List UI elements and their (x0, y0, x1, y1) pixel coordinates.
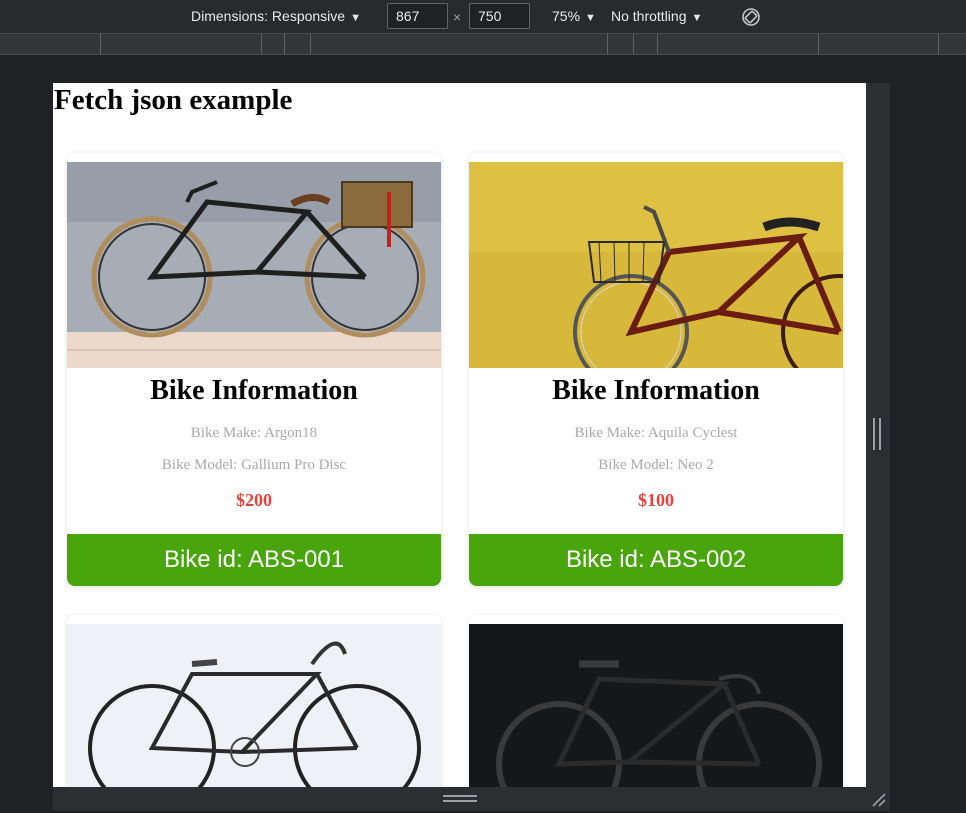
bike-model: Bike Model: Neo 2 (598, 457, 714, 473)
chevron-down-icon: ▼ (350, 12, 361, 24)
bike-card: Bike Information Bike Make: Aquila Cycle… (469, 153, 843, 586)
devtools-device-toolbar: Dimensions: Responsive ▼ 867 × 750 75% ▼ N… (0, 0, 966, 33)
throttling-label: No throttling (611, 8, 687, 24)
rotate-icon[interactable] (740, 6, 762, 28)
ruler-segment[interactable] (633, 34, 634, 54)
throttling-dropdown[interactable]: No throttling ▼ (611, 0, 702, 33)
resize-corner-icon[interactable] (869, 790, 887, 808)
card-title: Bike Information (552, 375, 760, 406)
resize-handle-bottom[interactable] (443, 795, 477, 802)
page-title: Fetch json example (54, 84, 293, 116)
times-icon: × (453, 9, 462, 25)
ruler-segment[interactable] (938, 34, 939, 54)
chevron-down-icon: ▼ (585, 12, 596, 24)
bike-id-footer: Bike id: ABS-001 (67, 534, 441, 586)
bike-photo (469, 624, 843, 787)
bike-card (469, 615, 843, 787)
resize-handle-right[interactable] (873, 418, 881, 450)
ruler-segment[interactable] (310, 34, 311, 54)
zoom-dropdown[interactable]: 75% ▼ (552, 0, 596, 33)
bike-id-footer: Bike id: ABS-002 (469, 534, 843, 586)
bike-photo (67, 162, 441, 368)
ruler-segment[interactable] (100, 34, 101, 54)
dimensions-dropdown[interactable]: Dimensions: Responsive ▼ (191, 0, 361, 33)
height-input[interactable]: 750 (469, 3, 530, 29)
dimensions-label: Dimensions: Responsive (191, 8, 346, 24)
ruler-segment[interactable] (607, 34, 608, 54)
ruler-segment[interactable] (261, 34, 262, 54)
chevron-down-icon: ▼ (691, 12, 703, 24)
ruler-segment[interactable] (818, 34, 819, 54)
ruler-segment[interactable] (284, 34, 285, 54)
zoom-label: 75% (552, 8, 581, 24)
bike-photo (469, 162, 843, 368)
bike-make: Bike Make: Aquila Cyclest (574, 425, 738, 441)
bike-card: Bike Information Bike Make: Argon18 Bike… (67, 153, 441, 586)
bike-make: Bike Make: Argon18 (190, 425, 318, 441)
bike-price: $100 (638, 490, 674, 510)
bike-card (67, 615, 441, 787)
bike-photo (67, 624, 441, 787)
ruler-segment[interactable] (657, 34, 658, 54)
media-query-ruler (0, 33, 966, 55)
width-input[interactable]: 867 (387, 3, 448, 29)
bike-price: $200 (236, 490, 272, 510)
emulated-viewport: Fetch json example Bike Information Bike… (53, 83, 866, 787)
bike-model: Bike Model: Gallium Pro Disc (161, 457, 347, 473)
card-title: Bike Information (150, 375, 358, 406)
